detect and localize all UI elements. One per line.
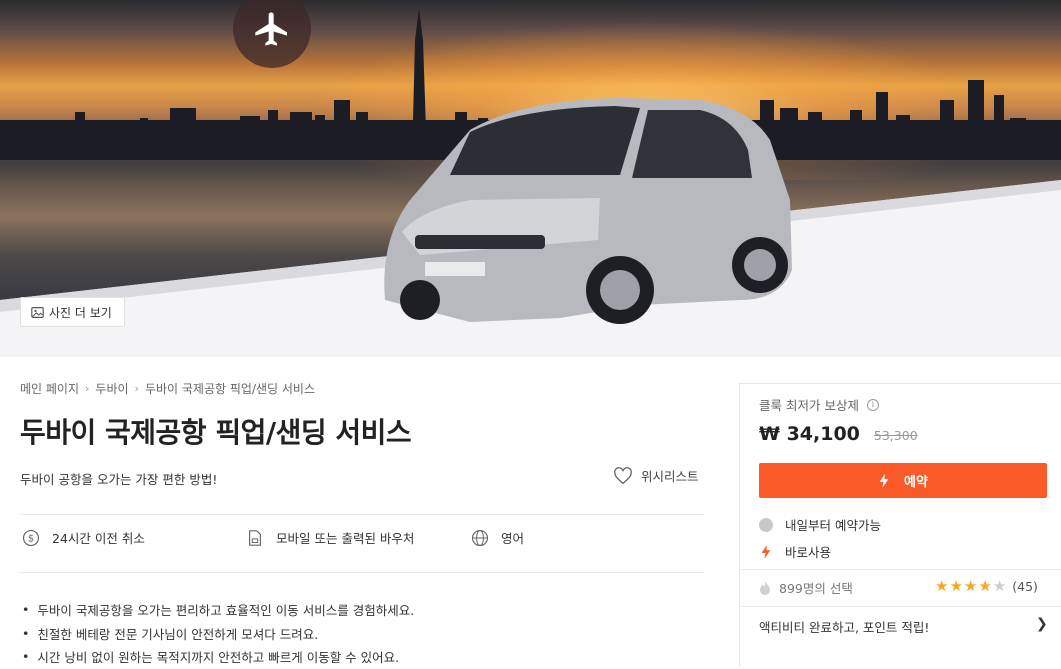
dollar-coin-icon: $ [22, 529, 40, 546]
rating[interactable]: ★ ★ ★ ★ ★ (45) [935, 577, 1038, 595]
list-item: 시간 낭비 없이 원하는 목적지까지 안전하고 빠르게 이동할 수 있어요. [22, 645, 414, 669]
feature-voucher: 모바일 또는 출력된 바우처 [246, 528, 414, 547]
rating-count: (45) [1012, 578, 1038, 594]
breadcrumb-dubai[interactable]: 두바이 [95, 380, 128, 397]
list-item: 두바이 국제공항을 오가는 편리하고 효율적인 이동 서비스를 경험하세요. [22, 598, 414, 622]
breadcrumb-current: 두바이 국제공항 픽업/샌딩 서비스 [144, 382, 316, 396]
instant-row: 바로사용 [759, 542, 831, 561]
mobile-voucher-icon [249, 529, 261, 546]
feature-list: $ 24시간 이전 취소 모바일 또는 출력된 바우처 영어 [20, 528, 704, 554]
feature-label: 모바일 또는 출력된 바우처 [276, 531, 415, 546]
star-icon: ★ [978, 577, 992, 595]
info-icon[interactable]: i [866, 398, 879, 411]
flame-icon [760, 580, 770, 595]
divider [740, 606, 1061, 607]
wishlist-label: 위시리스트 [641, 469, 699, 484]
breadcrumb-home[interactable]: 메인 페이지 [20, 380, 79, 397]
airplane-icon [255, 12, 287, 46]
book-button[interactable]: 예약 [759, 463, 1047, 498]
svg-text:$: $ [28, 533, 34, 544]
divider [20, 514, 704, 515]
lightning-icon [879, 473, 889, 488]
feature-cancellation: $ 24시간 이전 취소 [22, 528, 145, 547]
city-skyline [0, 8, 1061, 357]
points-label[interactable]: 액티비티 완료하고, 포인트 적립! [759, 617, 929, 636]
popularity-label: 899명의 선택 [779, 581, 853, 596]
original-price: 53,300 [873, 428, 918, 443]
booking-card: 클룩 최저가 보상제 i ₩ 34,100 53,300 예약 내일부터 예약가… [739, 383, 1061, 667]
current-price: ₩ 34,100 [759, 423, 860, 445]
star-icon: ★ [963, 577, 978, 595]
clock-icon [759, 517, 773, 532]
instant-label: 바로사용 [785, 545, 832, 560]
chevron-right-icon[interactable]: ❯ [1036, 616, 1048, 632]
page-title: 두바이 국제공항 픽업/샌딩 서비스 [20, 416, 412, 449]
chevron-right-icon: › [85, 382, 90, 395]
availability-row: 내일부터 예약가능 [759, 515, 881, 534]
heart-icon [614, 466, 632, 484]
lightning-icon [761, 544, 771, 559]
star-icon: ★ [935, 577, 949, 595]
chevron-right-icon: › [134, 382, 139, 395]
image-icon [31, 306, 44, 318]
product-subtitle: 두바이 공항을 오가는 가장 편한 방법! [20, 472, 218, 487]
feature-language: 영어 [471, 528, 524, 547]
book-button-label: 예약 [904, 475, 928, 490]
divider [20, 572, 704, 573]
photo-button-label: 사진 더 보기 [49, 305, 112, 320]
feature-label: 24시간 이전 취소 [52, 531, 145, 546]
guarantee-label: 클룩 최저가 보상제 [759, 398, 859, 413]
breadcrumb: 메인 페이지 › 두바이 › 두바이 국제공항 픽업/샌딩 서비스 [20, 380, 315, 397]
hero-image[interactable]: 사진 더 보기 [0, 0, 1061, 357]
divider [740, 569, 1061, 570]
popularity: 899명의 선택 [759, 578, 853, 597]
price-guarantee[interactable]: 클룩 최저가 보상제 i [759, 395, 879, 414]
highlights-list: 두바이 국제공항을 오가는 편리하고 효율적인 이동 서비스를 경험하세요. 친… [22, 598, 414, 669]
availability-label: 내일부터 예약가능 [785, 518, 881, 533]
star-icon: ★ [949, 577, 963, 595]
price: ₩ 34,100 53,300 [759, 423, 918, 445]
globe-icon [471, 529, 489, 546]
list-item: 친절한 베테랑 전문 기사님이 안전하게 모셔다 드려요. [22, 622, 414, 646]
wishlist-button[interactable]: 위시리스트 [613, 466, 699, 485]
feature-label: 영어 [501, 531, 525, 546]
view-more-photos-button[interactable]: 사진 더 보기 [20, 297, 125, 327]
star-icon: ★ [992, 577, 1007, 595]
